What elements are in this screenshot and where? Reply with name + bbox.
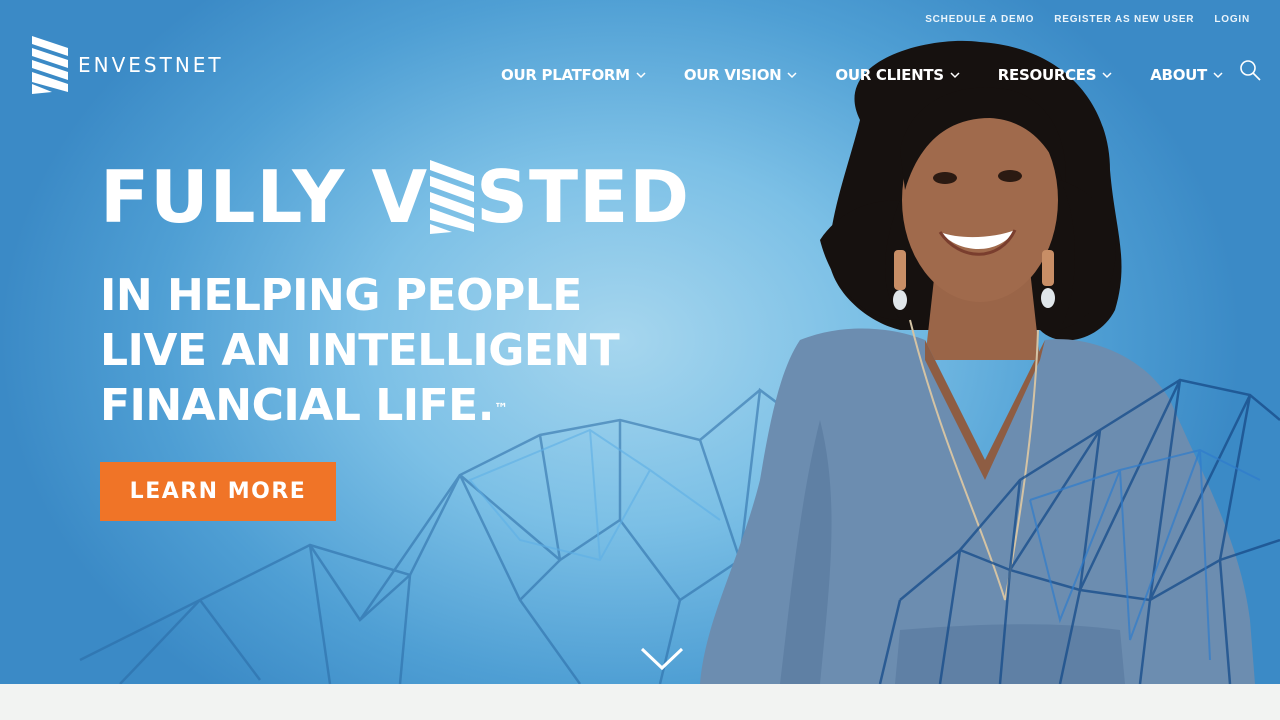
nav-item-our-platform[interactable]: OUR PLATFORM	[501, 66, 646, 84]
nav-item-label: OUR PLATFORM	[501, 66, 630, 84]
utility-nav: SCHEDULE A DEMO REGISTER AS NEW USER LOG…	[925, 14, 1250, 25]
scroll-down-chevron-icon[interactable]	[640, 646, 684, 672]
hero-headline: FULLY V STED	[100, 160, 690, 234]
hero-banner: SCHEDULE A DEMO REGISTER AS NEW USER LOG…	[0, 0, 1280, 684]
subheadline-line-3: FINANCIAL LIFE.	[100, 380, 494, 431]
chevron-down-icon	[1102, 72, 1112, 79]
nav-item-label: OUR CLIENTS	[835, 66, 944, 84]
register-link[interactable]: REGISTER AS NEW USER	[1054, 14, 1194, 25]
logo-wordmark: ENVESTNET	[78, 53, 224, 77]
nav-item-our-clients[interactable]: OUR CLIENTS	[835, 66, 960, 84]
nav-item-label: RESOURCES	[997, 66, 1097, 84]
subheadline-line-2: LIVE AN INTELLIGENT	[100, 325, 620, 376]
chevron-down-icon	[787, 72, 797, 79]
subheadline-line-1: IN HELPING PEOPLE	[100, 270, 582, 321]
search-icon[interactable]	[1238, 58, 1262, 82]
headline-text-part1: FULLY V	[100, 155, 429, 239]
headline-text-part2: STED	[476, 155, 691, 239]
learn-more-button[interactable]: LEARN MORE	[100, 462, 336, 521]
chevron-down-icon	[636, 72, 646, 79]
hero-subheadline: IN HELPING PEOPLE LIVE AN INTELLIGENT FI…	[100, 268, 620, 433]
chevron-down-icon	[1213, 72, 1223, 79]
envestnet-logo[interactable]: ENVESTNET	[32, 36, 224, 94]
nav-item-our-vision[interactable]: OUR VISION	[684, 66, 798, 84]
trademark-symbol: ™	[493, 401, 508, 417]
envestnet-e-mark-icon	[430, 160, 475, 234]
login-link[interactable]: LOGIN	[1214, 14, 1250, 25]
envestnet-logo-mark-icon	[32, 36, 68, 94]
next-section-strip	[0, 684, 1280, 720]
nav-item-resources[interactable]: RESOURCES	[998, 66, 1112, 84]
chevron-down-icon	[950, 72, 960, 79]
nav-item-about[interactable]: ABOUT	[1150, 66, 1223, 84]
schedule-demo-link[interactable]: SCHEDULE A DEMO	[925, 14, 1034, 25]
nav-item-label: ABOUT	[1150, 66, 1207, 84]
main-nav: OUR PLATFORM OUR VISION OUR CLIENTS RESO…	[501, 66, 1261, 84]
nav-item-label: OUR VISION	[683, 66, 782, 84]
